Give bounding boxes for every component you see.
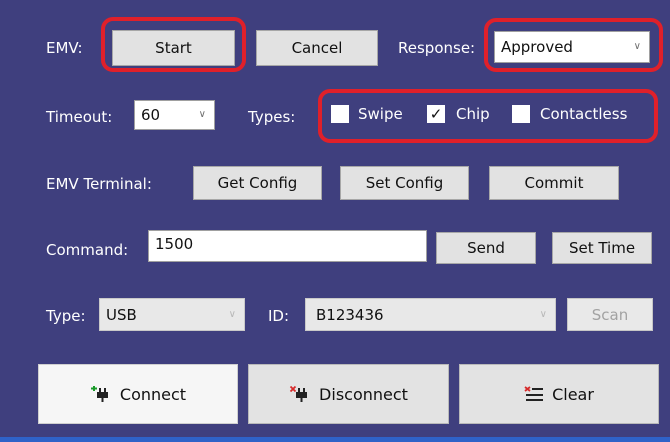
commit-button[interactable]: Commit xyxy=(489,166,619,200)
get-config-button[interactable]: Get Config xyxy=(193,166,322,200)
connect-button[interactable]: Connect xyxy=(38,364,238,424)
chevron-down-icon: ∨ xyxy=(228,308,236,320)
plug-connect-icon xyxy=(90,386,108,402)
emv-label: EMV: xyxy=(46,39,83,57)
command-value: 1500 xyxy=(155,235,194,253)
types-highlight xyxy=(318,89,658,143)
timeout-label: Timeout: xyxy=(46,108,113,126)
disconnect-button[interactable]: Disconnect xyxy=(248,364,449,424)
type-dropdown[interactable]: USB ∨ xyxy=(99,298,245,331)
set-time-button[interactable]: Set Time xyxy=(552,232,652,264)
emv-window: EMV: Start Cancel Response: Approved ∨ T… xyxy=(0,0,670,442)
response-highlight xyxy=(484,18,663,72)
scan-button[interactable]: Scan xyxy=(567,298,653,331)
id-dropdown[interactable]: B123436 ∨ xyxy=(305,298,556,331)
command-label: Command: xyxy=(46,241,129,259)
clear-button[interactable]: Clear xyxy=(459,364,659,424)
plug-disconnect-icon xyxy=(289,385,308,402)
cancel-button[interactable]: Cancel xyxy=(256,30,378,66)
timeout-dropdown[interactable]: 60 ∨ xyxy=(134,100,215,130)
set-config-button[interactable]: Set Config xyxy=(340,166,469,200)
id-value: B123436 xyxy=(316,305,384,324)
response-label: Response: xyxy=(398,39,476,57)
emv-terminal-label: EMV Terminal: xyxy=(46,175,152,193)
disconnect-label: Disconnect xyxy=(319,384,408,404)
chevron-down-icon: ∨ xyxy=(198,108,206,120)
chevron-down-icon: ∨ xyxy=(539,308,547,320)
clear-label: Clear xyxy=(552,384,594,404)
types-label: Types: xyxy=(248,108,296,126)
start-highlight xyxy=(101,17,246,72)
clear-list-icon xyxy=(524,386,544,401)
timeout-value: 60 xyxy=(141,106,161,124)
type-label: Type: xyxy=(46,307,86,325)
command-input[interactable]: 1500 xyxy=(148,230,427,262)
id-label: ID: xyxy=(268,307,290,325)
send-button[interactable]: Send xyxy=(436,232,536,264)
bottom-border xyxy=(0,437,670,442)
connect-label: Connect xyxy=(119,384,187,404)
type-value: USB xyxy=(106,305,137,324)
